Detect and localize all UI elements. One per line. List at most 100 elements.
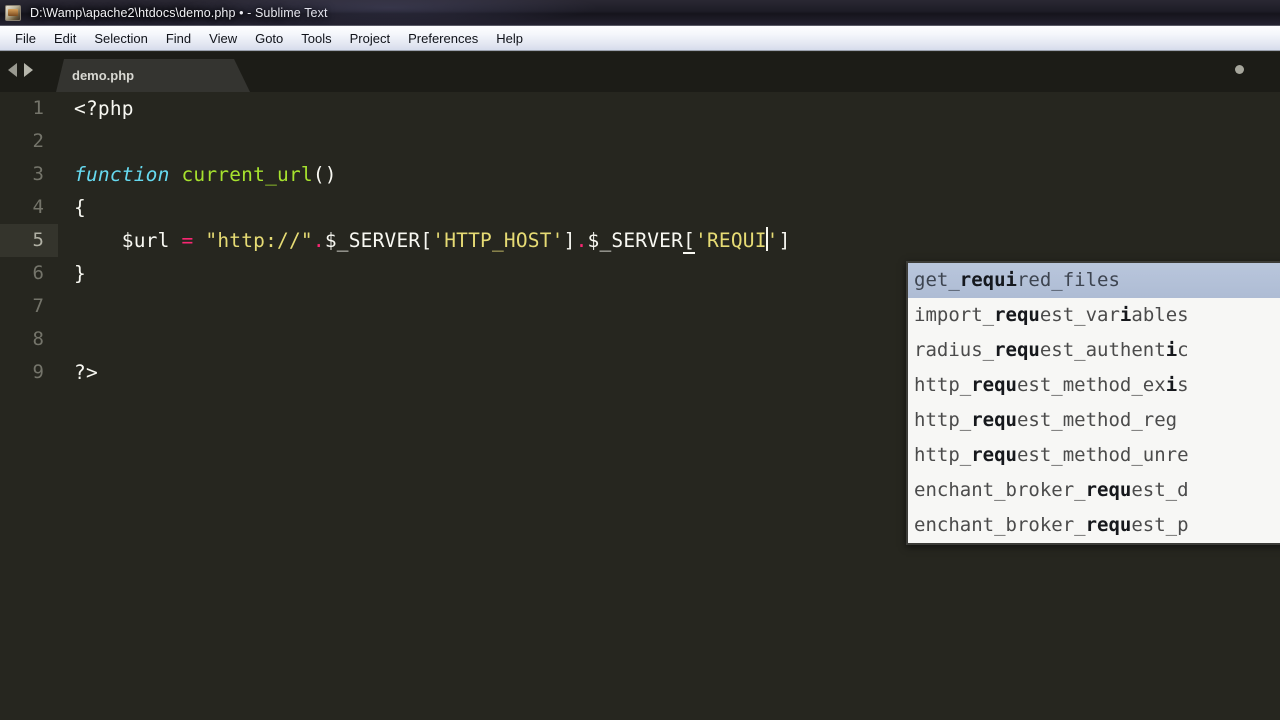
autocomplete-item-4[interactable]: http_request_method_reg	[908, 403, 1280, 438]
keyword-function: function	[74, 163, 170, 186]
ac-3-post: est_method_ex	[1016, 374, 1166, 396]
line-number-6: 6	[32, 262, 44, 284]
autocomplete-item-0[interactable]: get_required_files	[908, 263, 1280, 298]
ac-5-post: est_method_unre	[1016, 444, 1189, 466]
ac-5-match: requ	[971, 444, 1017, 466]
space-sep	[170, 163, 182, 186]
ac-2-match2: i	[1165, 339, 1178, 361]
code-line-5: 5 $url = "http://".$_SERVER['HTTP_HOST']…	[0, 224, 1280, 257]
php-close-tag: ?>	[74, 361, 98, 384]
ac-3-match2: i	[1165, 374, 1178, 396]
ac-1-post2: ables	[1131, 304, 1189, 326]
bracket-open-2: [	[683, 229, 696, 254]
window-title: D:\Wamp\apache2\htdocs\demo.php • - Subl…	[30, 5, 328, 20]
ac-3-pre: http_	[914, 374, 972, 396]
line-number-9: 9	[32, 361, 44, 383]
arrow-left-icon[interactable]	[8, 63, 17, 77]
string-http-protocol: "http://"	[205, 229, 313, 252]
tab-unsaved-indicator-icon[interactable]	[1235, 65, 1244, 74]
code-line-3: 3 function current_url()	[0, 158, 1280, 191]
line5-indent	[74, 229, 122, 252]
menu-item-goto[interactable]: Goto	[246, 28, 292, 49]
autocomplete-popup[interactable]: get_required_files import_request_variab…	[906, 261, 1280, 545]
code-line-2: 2	[0, 125, 1280, 158]
code-line-9-text: ?>	[58, 356, 98, 389]
sublime-text-icon	[5, 4, 21, 21]
code-line-1: 1 <?php	[0, 92, 1280, 125]
autocomplete-item-3[interactable]: http_request_method_exis	[908, 368, 1280, 403]
string-request-key-close-quote: '	[766, 229, 779, 252]
line-number-3: 3	[32, 163, 44, 185]
open-brace: {	[74, 196, 86, 219]
assignment-operator: =	[181, 229, 194, 252]
menu-bar: File Edit Selection Find View Goto Tools…	[0, 26, 1280, 51]
concat-operator-1: .	[312, 229, 325, 252]
tab-bar: demo.php	[0, 52, 1280, 93]
menu-item-find[interactable]: Find	[157, 28, 200, 49]
tab-demo-php[interactable]: demo.php	[56, 59, 250, 92]
ac-2-pre: radius_	[914, 339, 995, 361]
php-open-tag: <?php	[74, 97, 134, 120]
ac-4-pre: http_	[914, 409, 972, 431]
autocomplete-item-7[interactable]: enchant_broker_request_p	[908, 508, 1280, 543]
code-line-4-text: {	[58, 191, 86, 224]
variable-url: $url	[121, 229, 170, 252]
string-http-host-key: 'HTTP_HOST'	[432, 229, 564, 252]
menu-item-selection[interactable]: Selection	[85, 28, 156, 49]
close-brace: }	[74, 262, 86, 285]
ac-6-post: est_d	[1131, 479, 1189, 501]
line-number-7: 7	[32, 295, 44, 317]
title-bar: D:\Wamp\apache2\htdocs\demo.php • - Subl…	[0, 0, 1280, 26]
ac-1-pre: import_	[914, 304, 995, 326]
line-number-2: 2	[32, 130, 44, 152]
autocomplete-item-1[interactable]: import_request_variables	[908, 298, 1280, 333]
bracket-close-2: ]	[778, 229, 791, 252]
ac-3-post2: s	[1177, 374, 1189, 396]
ac-0-pre: get_	[914, 269, 960, 291]
ac-0-post: red_files	[1016, 269, 1120, 291]
ac-0-match: requi	[959, 269, 1017, 291]
menu-item-help[interactable]: Help	[487, 28, 532, 49]
menu-item-preferences[interactable]: Preferences	[399, 28, 487, 49]
ac-2-match: requ	[994, 339, 1040, 361]
code-line-1-text: <?php	[58, 92, 134, 125]
autocomplete-item-5[interactable]: http_request_method_unre	[908, 438, 1280, 473]
ac-6-match: requ	[1085, 479, 1132, 501]
line-number-4: 4	[32, 196, 44, 218]
string-request-key-typed: 'REQUI	[695, 229, 767, 252]
server-superglobal-2: $_SERVER	[587, 229, 684, 252]
line5-space-1	[170, 229, 182, 252]
bracket-close-1: ]	[563, 229, 576, 252]
ac-1-post: est_var	[1039, 304, 1120, 326]
menu-item-tools[interactable]: Tools	[292, 28, 340, 49]
function-parens: ()	[312, 163, 337, 186]
ac-7-pre: enchant_broker_	[914, 514, 1086, 536]
sublime-text-window: D:\Wamp\apache2\htdocs\demo.php • - Subl…	[0, 0, 1280, 720]
line-number-5: 5	[0, 224, 58, 257]
code-line-5-text: $url = "http://".$_SERVER['HTTP_HOST'].$…	[58, 224, 791, 257]
ac-3-match: requ	[971, 374, 1017, 396]
tab-label: demo.php	[72, 68, 135, 83]
menu-item-edit[interactable]: Edit	[45, 28, 85, 49]
function-name-current-url: current_url	[181, 163, 313, 186]
ac-6-pre: enchant_broker_	[914, 479, 1086, 501]
menu-item-view[interactable]: View	[200, 28, 246, 49]
arrow-right-icon[interactable]	[24, 63, 33, 77]
ac-1-match2: i	[1119, 304, 1132, 326]
menu-item-file[interactable]: File	[6, 28, 45, 49]
menu-item-project[interactable]: Project	[341, 28, 399, 49]
ac-5-pre: http_	[914, 444, 972, 466]
ac-7-match: requ	[1085, 514, 1132, 536]
ac-4-match: requ	[971, 409, 1017, 431]
tab-navigation	[8, 63, 33, 77]
autocomplete-item-6[interactable]: enchant_broker_request_d	[908, 473, 1280, 508]
code-line-6-text: }	[58, 257, 86, 290]
ac-7-post: est_p	[1131, 514, 1189, 536]
ac-2-post: est_authent	[1039, 339, 1166, 361]
ac-1-match: requ	[994, 304, 1040, 326]
code-line-3-text: function current_url()	[58, 158, 337, 191]
autocomplete-item-2[interactable]: radius_request_authentic	[908, 333, 1280, 368]
line-number-8: 8	[32, 328, 44, 350]
ac-4-post: est_method_reg	[1016, 409, 1178, 431]
concat-operator-2: .	[575, 229, 588, 252]
